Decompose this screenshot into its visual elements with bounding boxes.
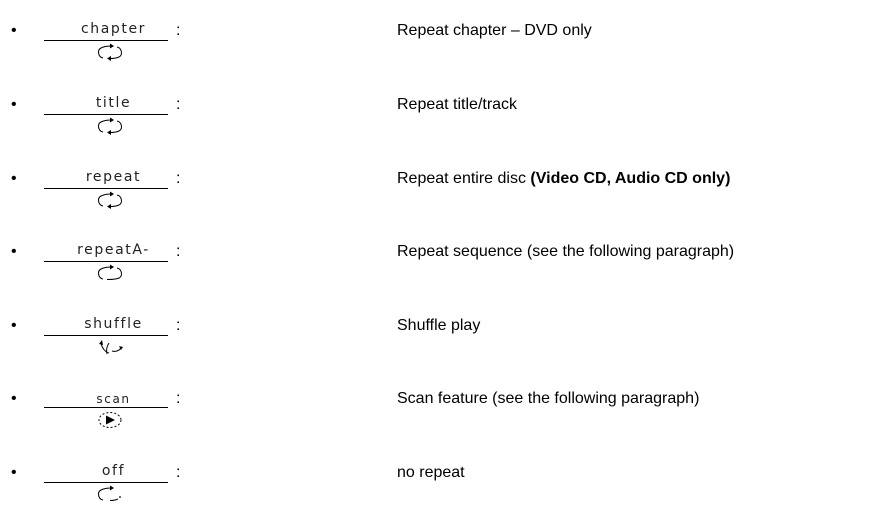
mode-label: shuffle xyxy=(84,316,143,332)
mode-label: chapter xyxy=(80,21,147,37)
bullet: • xyxy=(11,96,17,113)
description: Repeat sequence (see the following parag… xyxy=(397,244,734,260)
mode-label: scan xyxy=(96,392,131,406)
bullet: • xyxy=(11,317,17,334)
divider xyxy=(44,261,168,262)
colon: : xyxy=(176,317,181,334)
divider xyxy=(44,407,168,408)
description-text: no repeat xyxy=(397,464,465,481)
shuffle-icon xyxy=(99,340,123,355)
repeat-icon xyxy=(98,43,122,61)
repeat-ab-icon xyxy=(98,264,122,280)
description-text: Repeat title/track xyxy=(397,96,518,113)
description-bold: (Video CD, Audio CD only) xyxy=(530,170,731,187)
list-item: • repeat : Repeat entire disc (Video CD,… xyxy=(0,162,881,222)
divider xyxy=(44,40,168,41)
description: no repeat xyxy=(397,465,465,481)
description-text: Repeat sequence (see the following parag… xyxy=(397,243,735,260)
list-item: • chapter : Repeat chapter – DVD only xyxy=(0,14,881,74)
repeat-off-icon xyxy=(98,485,121,501)
mode-label: title xyxy=(95,95,132,111)
colon: : xyxy=(176,170,181,187)
divider xyxy=(44,188,168,189)
mode-label: repeat xyxy=(85,169,142,185)
colon: : xyxy=(176,390,181,407)
description-text: Scan feature (see the following paragrap… xyxy=(397,390,700,407)
repeat-icon xyxy=(98,191,122,209)
repeat-icon xyxy=(98,117,122,135)
colon: : xyxy=(176,22,181,39)
divider xyxy=(44,335,168,336)
description-text: Repeat chapter – DVD only xyxy=(397,22,592,39)
bullet: • xyxy=(11,390,17,407)
list-item: • repeatA- : Repeat sequence (see the fo… xyxy=(0,235,881,295)
bullet: • xyxy=(11,22,17,39)
description: Scan feature (see the following paragrap… xyxy=(397,391,699,407)
mode-label: repeatA- xyxy=(77,242,150,258)
description: Shuffle play xyxy=(397,318,480,334)
list-item: • scan : Scan feature (see the following… xyxy=(0,382,881,442)
description: Repeat chapter – DVD only xyxy=(397,23,592,39)
list-item: • off : no repeat xyxy=(0,456,881,516)
divider xyxy=(44,114,168,115)
colon: : xyxy=(176,243,181,260)
description: Repeat title/track xyxy=(397,97,517,113)
bullet: • xyxy=(11,170,17,187)
colon: : xyxy=(176,96,181,113)
mode-label: off xyxy=(101,463,126,479)
colon: : xyxy=(176,464,181,481)
bullet: • xyxy=(11,243,17,260)
divider xyxy=(44,482,168,483)
description: Repeat entire disc (Video CD, Audio CD o… xyxy=(397,171,730,187)
list-item: • title : Repeat title/track xyxy=(0,88,881,148)
description-text: Repeat entire disc xyxy=(397,170,531,187)
list-item: • shuffle : Shuffle play xyxy=(0,309,881,369)
bullet: • xyxy=(11,464,17,481)
scan-icon xyxy=(98,412,122,428)
description-text: Shuffle play xyxy=(397,317,481,334)
